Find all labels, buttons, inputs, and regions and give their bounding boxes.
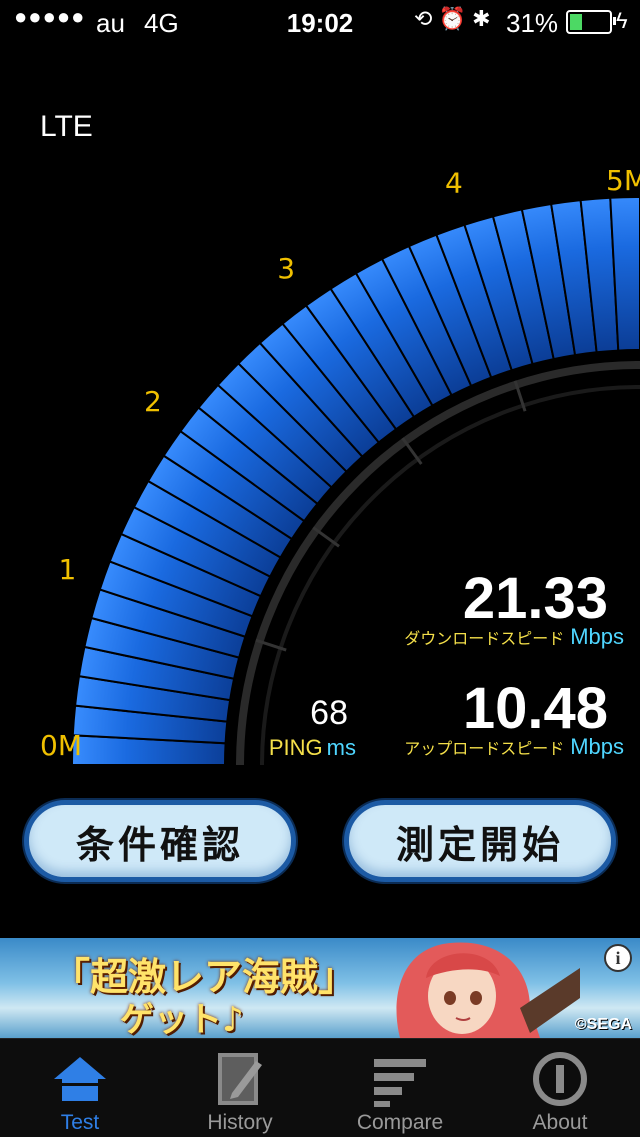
gauge-tick-label: 3: [277, 252, 295, 285]
tab-compare-label: Compare: [356, 1111, 444, 1134]
ping-label: PING ms: [240, 735, 356, 761]
rotation-lock-icon: ⟲: [414, 6, 433, 31]
tab-about-label: About: [532, 1111, 588, 1134]
download-speed-label: ダウンロードスピード Mbps: [360, 624, 624, 650]
tab-compare[interactable]: Compare: [320, 1039, 480, 1137]
charging-icon: ϟ: [616, 8, 628, 33]
notepad-icon: [218, 1053, 262, 1105]
gauge-tick-label: 4: [445, 166, 463, 199]
battery-percent: 31%: [506, 8, 559, 38]
gauge-tick-label: 0M: [40, 729, 82, 762]
gauge-tick-label: 5M: [606, 164, 640, 197]
ad-character-illustration: [396, 942, 580, 1038]
ping-value: 68: [310, 694, 348, 732]
tab-history[interactable]: History: [160, 1039, 320, 1137]
gauge-notch: [312, 526, 340, 548]
upload-speed-value: 10.48: [462, 676, 608, 741]
bluetooth-icon: ✱: [472, 6, 491, 31]
ad-banner[interactable]: 「超激レア海賊」 ゲット♪ i ©SEGA: [0, 938, 640, 1038]
tab-test[interactable]: Test: [0, 1039, 160, 1137]
upload-unit: Mbps: [570, 734, 624, 759]
bars-icon: [374, 1059, 426, 1107]
ad-copyright: ©SEGA: [574, 1016, 632, 1033]
download-speed-value: 21.33: [462, 566, 608, 631]
info-icon: [533, 1052, 587, 1106]
battery-icon: [566, 10, 616, 34]
ping-unit: ms: [326, 735, 356, 760]
tab-history-label: History: [207, 1111, 273, 1134]
start-measurement-button[interactable]: 測定開始: [344, 800, 616, 882]
download-label-text: ダウンロードスピード: [404, 631, 565, 648]
check-conditions-button[interactable]: 条件確認: [24, 800, 296, 882]
tab-about[interactable]: About: [480, 1039, 640, 1137]
ad-info-icon[interactable]: i: [604, 944, 632, 972]
upload-speed-label: アップロードスピード Mbps: [360, 734, 624, 760]
tab-bar: Test History Compare About: [0, 1038, 640, 1137]
gauge-notch: [401, 437, 423, 465]
connection-type-label: LTE: [40, 110, 93, 143]
alarm-icon: ⏰: [438, 6, 466, 31]
ping-label-text: PING: [268, 735, 323, 760]
status-bar: ●●●●● au 4G 19:02 ⟲ ⏰ ✱ 31% ϟ: [0, 0, 640, 40]
tab-test-label: Test: [60, 1111, 100, 1134]
upload-label-text: アップロードスピード: [404, 741, 565, 758]
gauge-tick-label: 2: [144, 385, 162, 418]
status-icons: ⟲ ⏰ ✱: [414, 6, 491, 32]
gauge-tick-label: 1: [59, 553, 77, 586]
ad-subline: ゲット♪: [120, 1000, 244, 1038]
home-icon: [54, 1057, 106, 1101]
download-unit: Mbps: [570, 624, 624, 649]
